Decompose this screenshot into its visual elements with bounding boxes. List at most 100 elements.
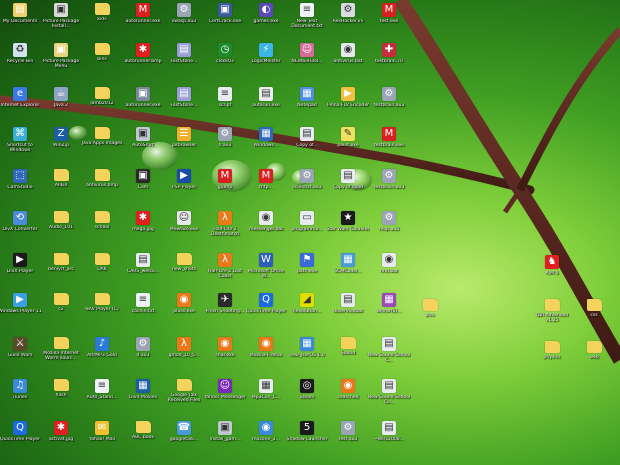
desktop-icon[interactable]: ☺ NEWbieTool... [287,40,327,78]
desktop-icon[interactable]: ⚙ h.au3 [205,124,245,162]
desktop-icon[interactable]: lamb2012 [82,84,122,122]
desktop-icon[interactable]: λ Half-Life 2 Deathmatch [205,208,245,246]
desktop-icon[interactable]: Q QuickTime Player [246,290,286,328]
desktop-icon[interactable]: ⚙ ResHacker.ini [328,0,368,38]
desktop-icon[interactable]: ▣ AutoSmrt [123,124,163,162]
desktop-icon[interactable]: ◉ mozone_3... [246,418,286,456]
desktop-icon[interactable]: NAV Player (C) [82,290,122,328]
desktop-icon[interactable]: ▦ new_HerOS 1.0 [287,334,327,372]
desktop-icon[interactable]: ▶ DivX Player [0,250,40,288]
desktop-icon[interactable]: Sound [328,334,368,372]
desktop-icon[interactable]: DAK [82,250,122,288]
desktop-icon[interactable]: ≡ Auto_Stand... [82,376,122,414]
desktop-icon[interactable]: bins [82,40,122,78]
desktop-icon[interactable]: new_shots [164,250,204,288]
desktop-icon[interactable]: ◷ clock03 [205,40,245,78]
desktop-icon[interactable]: ✱ activat.jpg [41,418,81,456]
desktop-icon[interactable]: ✎ paint.exe [328,124,368,162]
desktop-icon[interactable]: ⟲ DivX Converter [0,208,40,246]
desktop-icon[interactable]: ▣ CertCrack.exe [205,0,245,38]
desktop-icon[interactable]: Mautorunner.exe [123,0,163,38]
desktop-icon[interactable]: ♫ iTunes [0,376,40,414]
desktop-icon[interactable]: ★ Star Wars Galaxies [326,208,370,246]
desktop-icon[interactable]: ✱ autorunner.bmp [123,40,163,78]
desktop-icon[interactable]: ⚙ testbrain.au3 [369,84,409,122]
desktop-icon[interactable]: ◉ Mozilla Firefox [246,334,286,372]
desktop-icon[interactable]: ◉ messenger.bat [246,208,286,246]
desktop-icon[interactable]: λ Half-Life 2 Lost Coast [205,250,245,288]
desktop-icon[interactable]: ◉ searched [328,376,368,414]
desktop-icon[interactable]: ▣ Picture Package Menu [41,40,81,78]
desktop-icon[interactable]: Z WinZip [41,124,81,162]
desktop-icon[interactable]: ◉ antivirus.bat [328,40,368,78]
desktop-icon[interactable]: ⚙ swasp.au3 [164,0,204,38]
desktop-icon[interactable]: 5 Shadow Launcher [287,418,327,456]
desktop-icon[interactable]: ⚙ mop.au3 [369,208,409,246]
desktop-icon[interactable]: ▦ SCMCodel... [328,250,368,288]
desktop-icon[interactable]: Mtestbrain.exe [369,124,409,162]
desktop-icon[interactable]: ✚ testbrain.70 [369,40,409,78]
desktop-icon[interactable]: ♞ AIM 6 [532,252,572,290]
desktop-icon[interactable]: ◐ games.exe [246,0,286,38]
desktop-icon[interactable]: ♪ AltrMP3 Gold [82,334,122,372]
desktop-icon[interactable]: ☰ jarbrowser [164,124,204,162]
desktop-icon[interactable]: ▦ Windows... [246,124,286,162]
desktop-icon[interactable]: Audio_101 [41,208,81,246]
desktop-icon[interactable]: QBI Advanced v1.25 [532,296,572,334]
desktop-icon[interactable]: pics [410,296,450,334]
desktop-icon[interactable]: ▦ Divit Movies [123,376,163,414]
desktop-icon[interactable]: ≡ cachin.txt [123,290,163,328]
desktop-icon[interactable]: benlyrt_arc [41,250,81,288]
desktop-icon[interactable]: ✉ Yahoo! Mail [82,418,122,456]
desktop-icon[interactable]: Google Talk Received Files [164,376,204,414]
desktop-icon[interactable]: ≡ script [205,84,245,122]
desktop-icon[interactable]: school [82,208,122,246]
desktop-icon[interactable]: physics [532,338,572,376]
desktop-icon[interactable]: ☎ googletalk... [164,418,204,456]
desktop-icon[interactable]: css [574,296,614,334]
desktop-icon[interactable]: ⚙ testbrain.au3 [369,166,409,204]
desktop-icon[interactable]: ▦ winrar(S)... [369,290,409,328]
desktop-icon[interactable]: ▣ Picture Package Install... [41,0,81,38]
desktop-icon[interactable]: ◎ Steam [287,376,327,414]
desktop-icon[interactable]: ▤ New Sound School C... [368,334,410,372]
desktop-icon[interactable]: ▤ My Documents [0,0,40,38]
desktop-icon[interactable]: W Microsoft Office W... [246,250,286,288]
desktop-icon[interactable]: antivirus.bmp [82,166,122,204]
desktop-icon[interactable]: e Internet Explorer [0,84,40,122]
desktop-icon[interactable]: ⚔ Guild Wars [0,334,40,372]
desktop-icon[interactable]: Q QuickTime Player [0,418,40,456]
desktop-icon[interactable]: ⚑ path.exe [287,250,327,288]
desktop-icon[interactable]: ▤ Copy of spad [328,166,368,204]
desktop-icon[interactable]: kids [82,0,122,38]
desktop-icon[interactable]: ◢ Revolution... [287,290,327,328]
desktop-icon[interactable]: ▣ autorunner.exe [123,84,163,122]
desktop-icon[interactable]: ⬚ CamStudio [0,166,40,204]
desktop-icon[interactable]: ▤ FastStone... [164,84,204,122]
desktop-icon[interactable]: ▤ FastStone... [164,40,204,78]
desktop-icon[interactable]: ⌘ Shortcut to Windows [0,124,40,162]
desktop-icon[interactable]: ✈ Pinch Shooting... [205,290,245,328]
desktop-icon[interactable]: ☕ Java 2 [41,84,81,122]
desktop-icon[interactable]: ⚙ d.au3 [123,334,163,372]
desktop-icon[interactable]: ABC book [123,418,163,456]
desktop-icon[interactable]: ≡ New Text Document.txt [287,0,327,38]
desktop-icon[interactable]: Mgjump [205,166,245,204]
desktop-icon[interactable]: ▦ Mp3Con_C... [246,376,286,414]
desktop-icon[interactable]: ▦ Notepad [287,84,327,122]
desktop-icon[interactable]: ▣ Cam [123,166,163,204]
desktop-icon[interactable]: ◉ shar.exe [205,334,245,372]
desktop-icon[interactable]: λ gmod_10_5... [164,334,204,372]
desktop-icon[interactable]: Mozilla Internet Worm sourc... [41,334,81,372]
desktop-icon[interactable]: ▤ Copy of... [287,124,327,162]
desktop-icon[interactable]: ▶ Windows Player 11 [0,290,42,328]
desktop-icon[interactable]: c2 [41,290,81,328]
desktop-icon[interactable]: ☺ Mewtwo.exe [164,208,204,246]
desktop-icon[interactable]: Allkill [41,166,81,204]
desktop-icon[interactable]: ▤ New Sound School Co... [368,376,410,414]
desktop-icon[interactable]: ▤ autorun.exe [246,84,286,122]
desktop-icon[interactable]: ▤ CARS_welco... [123,250,163,288]
desktop-icon[interactable]: ⚙ scientist.au3 [287,166,327,204]
desktop-icon[interactable]: Mthtp... [246,166,286,204]
desktop-icon[interactable]: ▶ PSP Player [164,166,204,204]
